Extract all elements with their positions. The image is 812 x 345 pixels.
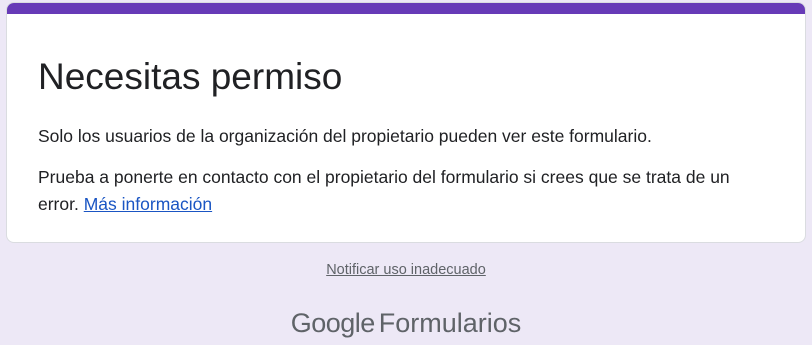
- card-body: Necesitas permiso Solo los usuarios de l…: [38, 55, 781, 218]
- report-abuse-link[interactable]: Notificar uso inadecuado: [326, 262, 486, 278]
- google-forms-logo[interactable]: Google Formularios: [0, 306, 812, 340]
- page-title: Necesitas permiso: [38, 56, 343, 97]
- google-logo-text: Google: [290, 308, 376, 338]
- card-accent-bar: [7, 3, 805, 14]
- permission-card: Necesitas permiso Solo los usuarios de l…: [6, 2, 806, 243]
- permission-message: Solo los usuarios de la organización del…: [38, 126, 652, 146]
- contact-owner-message: Prueba a ponerte en contacto con el prop…: [38, 164, 768, 218]
- report-abuse-container: Notificar uso inadecuado: [0, 262, 812, 278]
- learn-more-link[interactable]: Más información: [84, 194, 212, 214]
- forms-product-text: Formularios: [378, 308, 522, 338]
